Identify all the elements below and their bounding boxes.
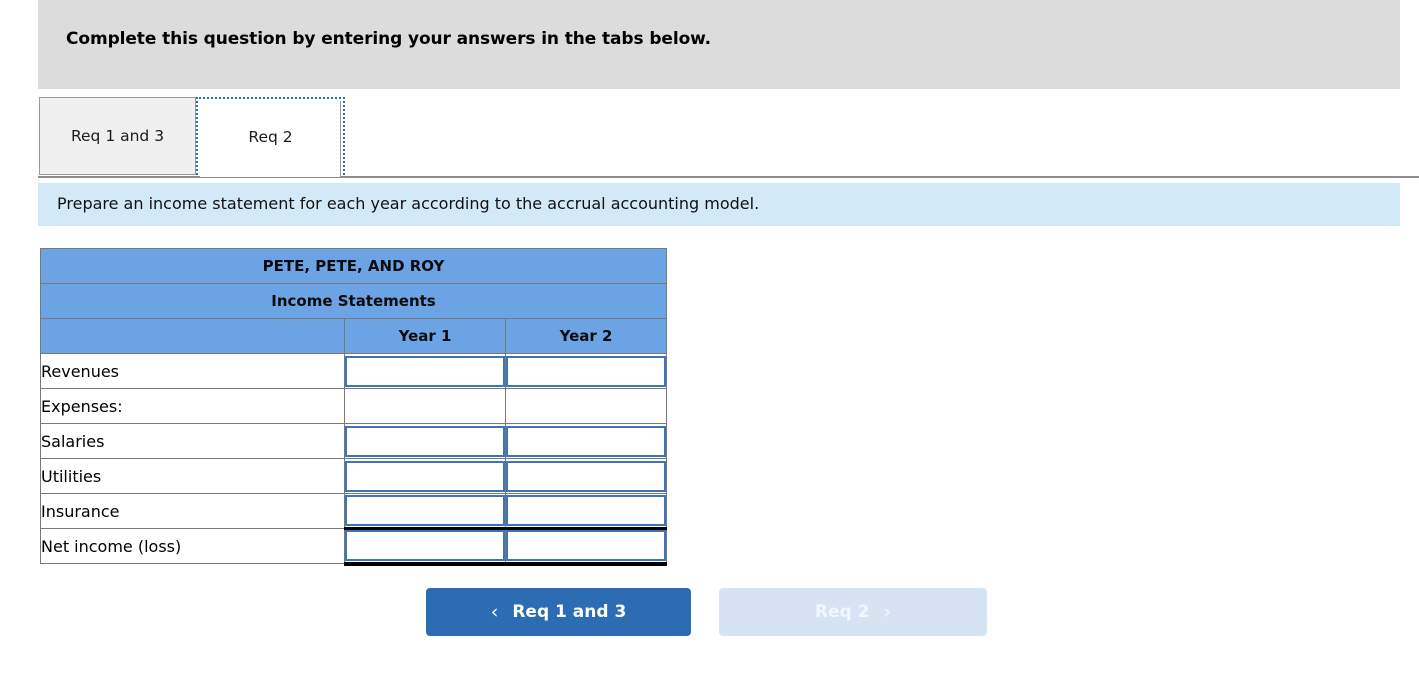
input-cell-salaries-year-1[interactable] <box>344 423 506 459</box>
row-label-utilities: Utilities <box>40 458 345 494</box>
chevron-right-icon: › <box>883 600 892 623</box>
empty-cell-expenses-year-2 <box>505 388 667 424</box>
input-cell-revenues-year-1[interactable] <box>344 353 506 389</box>
question-banner: Complete this question by entering your … <box>38 0 1400 89</box>
row-label-expenses: Expenses: <box>40 388 345 424</box>
table-subtitle-row: Income Statements <box>40 283 667 319</box>
prev-req-1-and-3-button[interactable]: ‹ Req 1 and 3 <box>426 588 691 636</box>
input-salaries-year-2[interactable] <box>506 425 666 457</box>
row-label-salaries: Salaries <box>40 423 345 459</box>
column-header-year-1: Year 1 <box>344 318 506 354</box>
row-label-insurance: Insurance <box>40 493 345 529</box>
table-row: Salaries <box>40 423 667 459</box>
tab-req-1-and-3[interactable]: Req 1 and 3 <box>39 97 196 175</box>
statement-subtitle-cell: Income Statements <box>40 283 667 319</box>
input-utilities-year-2[interactable] <box>506 460 666 492</box>
input-utilities-year-1[interactable] <box>345 460 505 492</box>
empty-cell-expenses-year-1 <box>344 388 506 424</box>
input-cell-net-income-year-1[interactable] <box>344 527 506 566</box>
row-label-revenues: Revenues <box>40 353 345 389</box>
input-revenues-year-1[interactable] <box>345 355 505 387</box>
input-cell-insurance-year-1[interactable] <box>344 493 506 529</box>
instruction-text: Prepare an income statement for each yea… <box>57 194 760 213</box>
row-label-net-income: Net income (loss) <box>40 528 345 564</box>
input-cell-utilities-year-1[interactable] <box>344 458 506 494</box>
chevron-left-icon: ‹ <box>490 600 499 623</box>
instruction-bar: Prepare an income statement for each yea… <box>38 183 1400 226</box>
table-column-header-row: Year 1 Year 2 <box>40 318 667 354</box>
tab-strip: Req 1 and 3 Req 2 <box>0 97 1419 177</box>
next-req-2-button[interactable]: Req 2 › <box>719 588 987 636</box>
table-title-row: PETE, PETE, AND ROY <box>40 248 667 284</box>
prev-button-label: Req 1 and 3 <box>512 602 627 622</box>
input-net-income-year-1[interactable] <box>345 530 505 562</box>
input-insurance-year-2[interactable] <box>506 495 666 526</box>
table-row: Expenses: <box>40 388 667 424</box>
input-salaries-year-1[interactable] <box>345 425 505 457</box>
input-insurance-year-1[interactable] <box>345 495 505 526</box>
question-banner-text: Complete this question by entering your … <box>66 29 712 49</box>
table-row-net-income: Net income (loss) <box>40 527 667 566</box>
table-row: Utilities <box>40 458 667 494</box>
tab-req-2[interactable]: Req 2 <box>196 97 345 177</box>
company-name-cell: PETE, PETE, AND ROY <box>40 248 667 284</box>
tab-req-2-label: Req 2 <box>248 128 293 146</box>
next-button-label: Req 2 <box>814 602 870 622</box>
input-cell-utilities-year-2[interactable] <box>505 458 667 494</box>
input-cell-insurance-year-2[interactable] <box>505 493 667 529</box>
navigation-bar: ‹ Req 1 and 3 Req 2 › <box>0 588 1419 636</box>
input-cell-net-income-year-2[interactable] <box>505 527 667 566</box>
income-statement-table: PETE, PETE, AND ROY Income Statements Ye… <box>40 248 667 566</box>
input-net-income-year-2[interactable] <box>506 530 666 562</box>
column-header-year-2: Year 2 <box>505 318 667 354</box>
input-cell-salaries-year-2[interactable] <box>505 423 667 459</box>
input-revenues-year-2[interactable] <box>506 355 666 387</box>
table-row: Insurance <box>40 493 667 529</box>
column-header-blank <box>40 318 345 354</box>
tab-req-1-and-3-label: Req 1 and 3 <box>70 127 165 145</box>
table-row: Revenues <box>40 353 667 389</box>
input-cell-revenues-year-2[interactable] <box>505 353 667 389</box>
